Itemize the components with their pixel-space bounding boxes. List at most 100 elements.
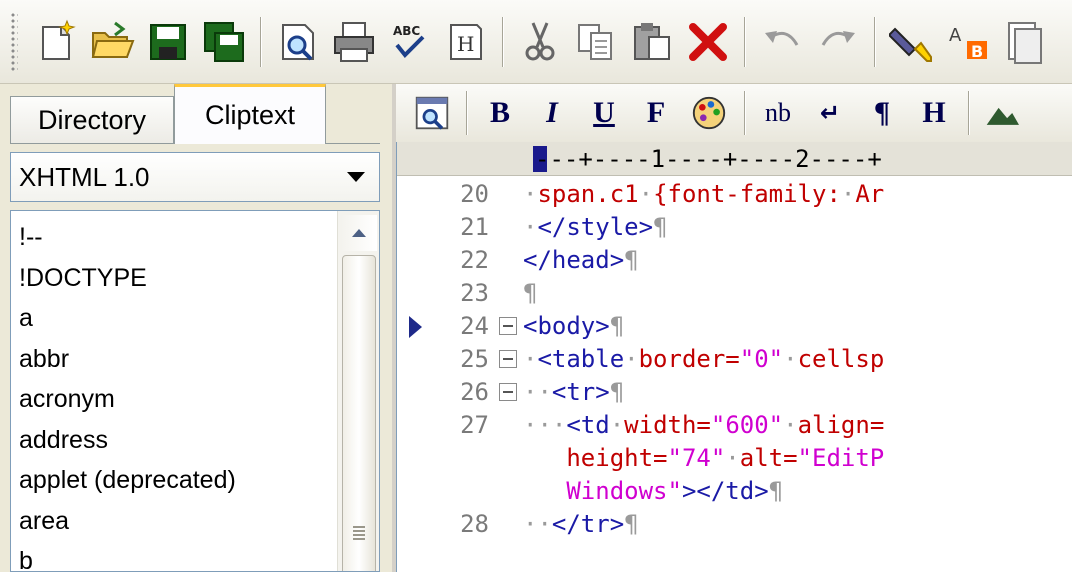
- copy-button[interactable]: [568, 11, 624, 73]
- new-file-button[interactable]: [28, 11, 84, 73]
- code-token: ··: [523, 378, 552, 406]
- tab-directory[interactable]: Directory: [10, 96, 174, 144]
- svg-text:A: A: [949, 25, 962, 46]
- vertical-scrollbar[interactable]: [337, 211, 379, 571]
- code-token: cellsp: [797, 345, 885, 373]
- save-button[interactable]: [140, 11, 196, 73]
- toolbar-separator: [260, 16, 262, 67]
- code-line[interactable]: Windows"></td>¶: [397, 475, 1072, 508]
- code-text: ··</tr>¶: [523, 508, 639, 541]
- list-item[interactable]: !DOCTYPE: [11, 258, 337, 299]
- print-button[interactable]: [326, 11, 382, 73]
- line-number: 26: [460, 378, 489, 406]
- code-line[interactable]: 22 </head>¶: [397, 244, 1072, 277]
- code-token: <tr>: [551, 378, 610, 406]
- code-line[interactable]: 27 ···<td·width="600"·align=: [397, 409, 1072, 442]
- code-token: ¶: [624, 246, 639, 274]
- italic-button[interactable]: I: [534, 88, 570, 138]
- redo-button[interactable]: [810, 11, 866, 73]
- code-text: ·span.c1·{font-family:·Ar: [523, 178, 884, 211]
- code-token: ·: [609, 411, 625, 439]
- color-palette-icon: [692, 96, 726, 130]
- code-token: "600": [710, 411, 784, 439]
- scroll-up-icon[interactable]: [341, 215, 377, 251]
- preview-button[interactable]: [414, 88, 450, 138]
- code-token: ···: [523, 411, 567, 439]
- code-line[interactable]: 26 ··<tr>¶: [397, 376, 1072, 409]
- svg-text:H: H: [457, 32, 474, 56]
- side-panel: Directory Cliptext XHTML 1.0 !-- !DOCTYPE…: [0, 84, 392, 572]
- code-token: ·: [725, 444, 740, 472]
- code-text: Windows"></td>¶: [523, 475, 783, 508]
- save-all-button[interactable]: [196, 11, 252, 73]
- toolbar-separator: [968, 91, 970, 135]
- code-line[interactable]: 28 ··</tr>¶: [397, 508, 1072, 541]
- line-number: 23: [460, 279, 489, 307]
- code-text: <body>¶: [523, 310, 624, 343]
- color-button[interactable]: [690, 88, 728, 138]
- cut-button[interactable]: [512, 11, 568, 73]
- undo-button[interactable]: [754, 11, 810, 73]
- paste-button[interactable]: [624, 11, 680, 73]
- line-break-button[interactable]: ↵: [812, 88, 848, 138]
- print-preview-button[interactable]: [270, 11, 326, 73]
- replace-button[interactable]: A B: [940, 11, 996, 73]
- code-line[interactable]: height="74"·alt="EditP: [397, 442, 1072, 475]
- fold-collapse-icon[interactable]: [499, 350, 517, 368]
- html-toolbar-button[interactable]: H: [438, 11, 494, 73]
- tab-cliptext[interactable]: Cliptext: [174, 84, 326, 144]
- code-line[interactable]: 21 ·</style>¶: [397, 211, 1072, 244]
- code-token: ¶: [609, 312, 625, 340]
- toolbar-separator: [466, 91, 468, 135]
- paste-icon: [634, 22, 670, 60]
- line-number: 21: [460, 213, 489, 241]
- font-button[interactable]: F: [638, 88, 674, 138]
- scroll-thumb[interactable]: [342, 255, 376, 571]
- list-item[interactable]: area: [11, 501, 337, 542]
- highlight-button[interactable]: [884, 11, 940, 73]
- code-token: alt=: [739, 444, 798, 472]
- spell-check-button[interactable]: ABC: [382, 11, 438, 73]
- toolbar-grip[interactable]: [10, 11, 18, 72]
- heading-button[interactable]: H: [916, 88, 952, 138]
- list-item[interactable]: b: [11, 541, 337, 571]
- nbsp-button[interactable]: nb: [760, 88, 796, 138]
- code-editor[interactable]: ---+----1----+----2----+ 20 ·span.c1·{fon…: [396, 142, 1072, 572]
- ruler-scale: ---+----1----+----2----+: [535, 145, 882, 173]
- line-number: 28: [460, 510, 489, 538]
- copy-icon: [578, 23, 612, 60]
- code-token: ·: [638, 180, 654, 208]
- delete-button[interactable]: [680, 11, 736, 73]
- print-preview-icon: [282, 23, 314, 60]
- code-text: ···<td·width="600"·align=: [523, 409, 884, 442]
- cliptext-list[interactable]: !-- !DOCTYPE a abbr acronym address applet (de…: [10, 210, 380, 572]
- paragraph-button[interactable]: ¶: [864, 88, 900, 138]
- list-item[interactable]: address: [11, 420, 337, 461]
- code-line[interactable]: 25 ·<table·border="0"·cellsp: [397, 343, 1072, 376]
- code-lines[interactable]: 20 ·span.c1·{font-family:·Ar 21 ·</style>¶ 2…: [397, 178, 1072, 541]
- clipboard-button[interactable]: [996, 11, 1052, 73]
- code-token: ·: [523, 345, 538, 373]
- code-line[interactable]: 20 ·span.c1·{font-family:·Ar: [397, 178, 1072, 211]
- list-item[interactable]: applet (deprecated): [11, 460, 337, 501]
- toolbar-separator: [874, 16, 876, 67]
- list-item[interactable]: acronym: [11, 379, 337, 420]
- line-number: 27: [460, 411, 489, 439]
- cliptext-library-select[interactable]: XHTML 1.0: [10, 152, 380, 202]
- code-line[interactable]: 23 ¶: [397, 277, 1072, 310]
- fold-collapse-icon[interactable]: [499, 317, 517, 335]
- list-item[interactable]: abbr: [11, 339, 337, 380]
- line-number: 25: [460, 345, 489, 373]
- code-token: </head>: [523, 246, 625, 274]
- chevron-down-icon[interactable]: [347, 172, 365, 182]
- open-button[interactable]: [84, 11, 140, 73]
- toolbar-separator: [744, 91, 746, 135]
- image-button[interactable]: [984, 88, 1020, 138]
- bold-button[interactable]: B: [482, 88, 518, 138]
- code-line[interactable]: 24 <body>¶: [397, 310, 1072, 343]
- list-item[interactable]: !--: [11, 217, 337, 258]
- underline-button[interactable]: U: [586, 88, 622, 138]
- list-item[interactable]: a: [11, 298, 337, 339]
- code-token: ·: [783, 411, 798, 439]
- fold-collapse-icon[interactable]: [499, 383, 517, 401]
